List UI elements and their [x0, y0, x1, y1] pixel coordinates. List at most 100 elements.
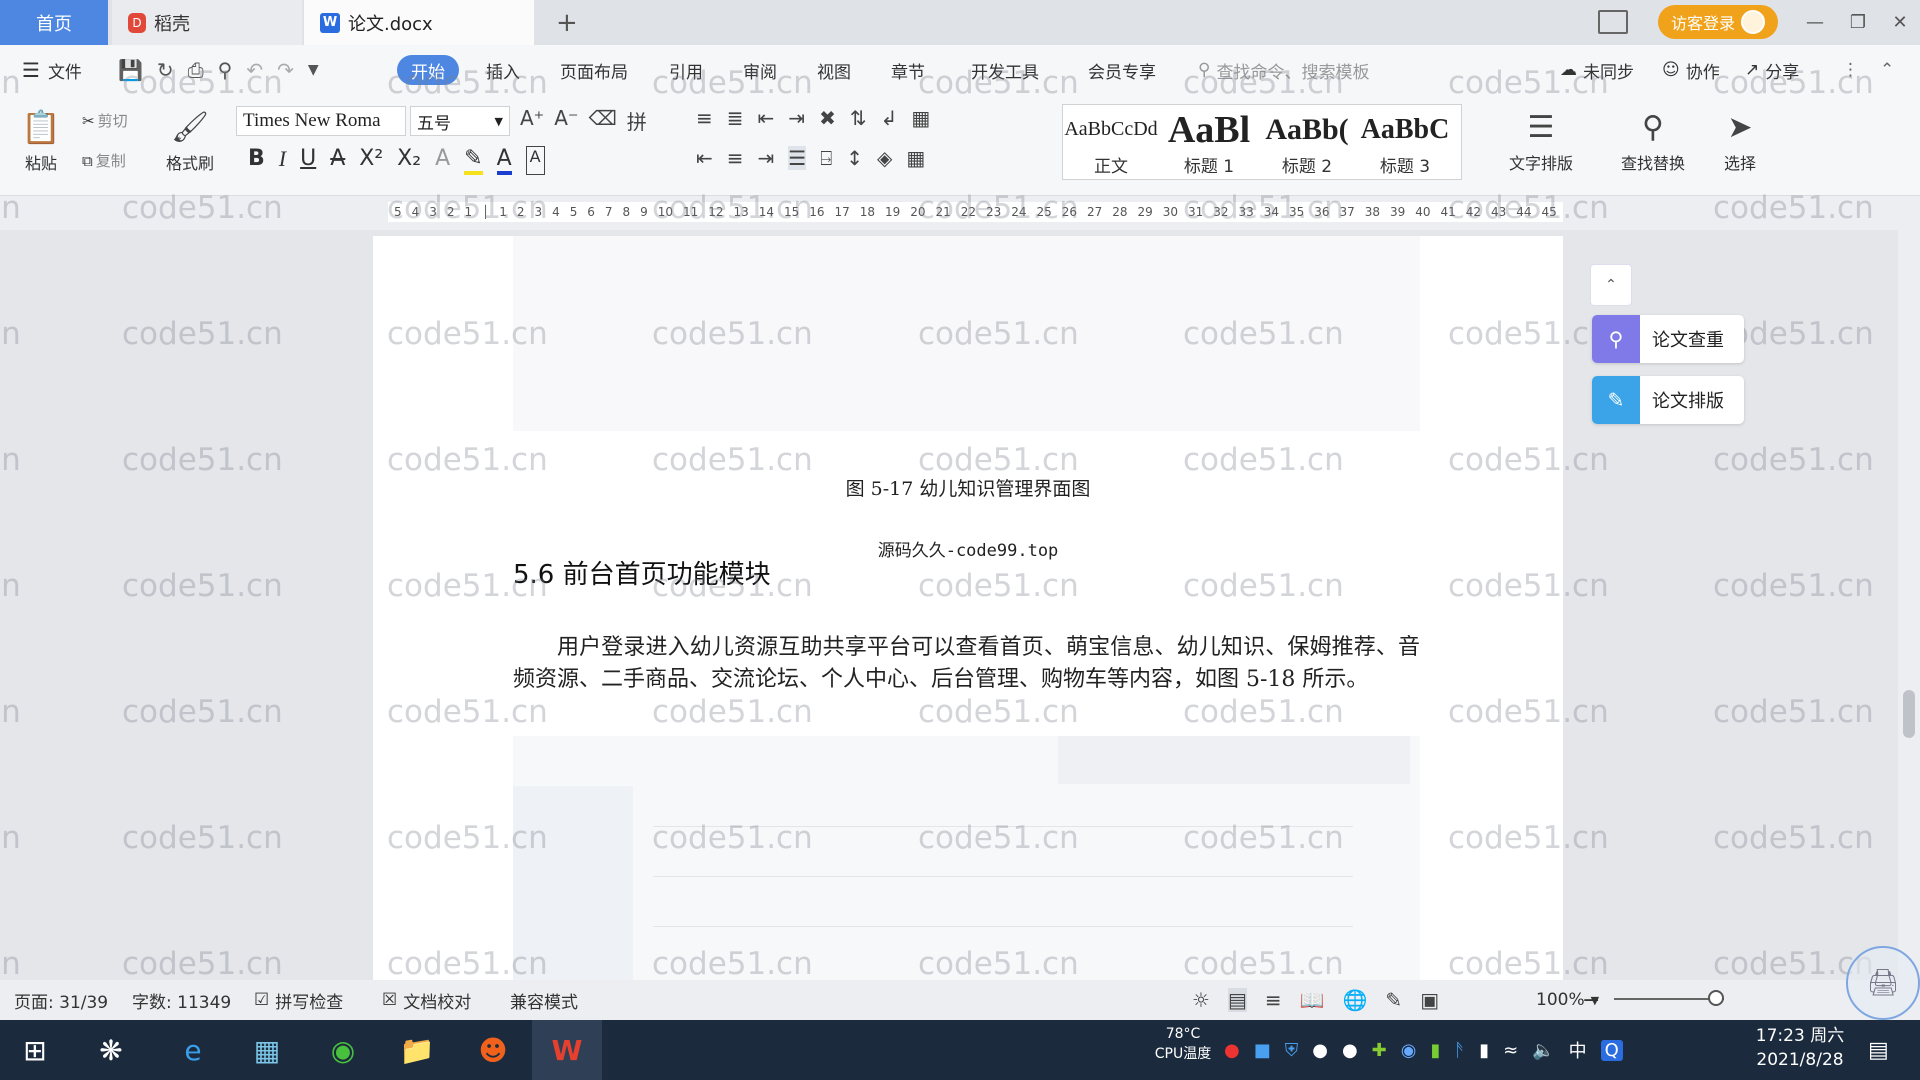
increase-indent-icon[interactable]: ⇥: [788, 106, 805, 130]
underline-icon[interactable]: U: [300, 146, 316, 175]
style-heading-3[interactable]: AaBbC 标题 3: [1357, 105, 1453, 179]
qq-icon-2[interactable]: ●: [1342, 1040, 1358, 1061]
file-explorer-icon[interactable]: 📁: [382, 1020, 452, 1080]
chevron-down-icon[interactable]: ▼: [308, 62, 319, 78]
collaborate-button[interactable]: ☺ 协作: [1662, 45, 1720, 95]
style-normal[interactable]: AaBbCcDd 正文: [1063, 105, 1159, 179]
nvidia-icon[interactable]: ▮: [1430, 1040, 1440, 1061]
wps-taskbar-icon[interactable]: W: [532, 1020, 602, 1080]
volume-icon[interactable]: 🔈: [1532, 1040, 1554, 1061]
borders-icon[interactable]: ▦: [906, 146, 925, 170]
outline-view-icon[interactable]: ≡: [1265, 988, 1282, 1012]
tab-member[interactable]: 会员专享: [1088, 45, 1156, 95]
zoom-out-icon[interactable]: −: [1582, 980, 1600, 1020]
ie-browser-icon[interactable]: e: [158, 1020, 228, 1080]
assistant-bubble-icon[interactable]: 🖨: [1846, 946, 1920, 1020]
align-right-icon[interactable]: ⇥: [758, 146, 775, 170]
restore-button[interactable]: ❐: [1838, 6, 1878, 38]
bluetooth-icon[interactable]: ᚫ: [1454, 1040, 1465, 1061]
style-heading-2[interactable]: AaBb( 标题 2: [1259, 105, 1355, 179]
find-replace-button[interactable]: ⚲ 查找替换: [1608, 104, 1698, 174]
superscript-icon[interactable]: X²: [359, 146, 383, 175]
proofread-button[interactable]: ☒ 文档校对: [382, 980, 471, 1020]
paper-check-button[interactable]: ⚲ 论文查重: [1592, 315, 1744, 363]
shading-icon[interactable]: ◈: [877, 146, 892, 170]
paper-format-button[interactable]: ✎ 论文排版: [1592, 376, 1744, 424]
side-panel-collapse-button[interactable]: ⌃: [1590, 264, 1632, 306]
tab-document[interactable]: W 论文.docx: [304, 0, 534, 45]
tray-icon-2[interactable]: ■: [1254, 1040, 1271, 1061]
bullet-list-icon[interactable]: ≡: [696, 106, 713, 130]
text-layout-button[interactable]: ☰ 文字排版: [1496, 104, 1586, 174]
visitor-login-button[interactable]: 访客登录: [1658, 5, 1778, 39]
justify-icon[interactable]: ☰: [788, 146, 807, 170]
sort-icon[interactable]: ⇅: [850, 106, 867, 130]
italic-icon[interactable]: I: [279, 146, 286, 175]
decrease-indent-icon[interactable]: ⇤: [758, 106, 775, 130]
tab-view[interactable]: 视图: [817, 45, 851, 95]
tab-page-layout[interactable]: 页面布局: [560, 45, 628, 95]
subscript-icon[interactable]: X₂: [397, 146, 421, 175]
clock[interactable]: 17:23 周六 2021/8/28: [1740, 1024, 1860, 1072]
tray-icon-1[interactable]: ●: [1224, 1040, 1240, 1061]
pen-icon[interactable]: ✎: [1385, 988, 1402, 1012]
grow-font-icon[interactable]: A⁺: [520, 106, 544, 135]
wifi-icon[interactable]: ≈: [1503, 1040, 1518, 1061]
page-indicator[interactable]: 页面: 31/39: [14, 980, 108, 1020]
search-app-icon[interactable]: Q: [1600, 1039, 1623, 1061]
web-view-icon[interactable]: 🌐: [1343, 988, 1368, 1012]
battery-icon[interactable]: ▮: [1479, 1040, 1489, 1061]
font-color-icon[interactable]: A: [496, 146, 512, 175]
ime-indicator[interactable]: 中: [1569, 1037, 1587, 1063]
line-spacing-icon[interactable]: ↕: [846, 146, 863, 170]
cut-button[interactable]: ✂ 剪切: [82, 110, 128, 131]
phonetic-icon[interactable]: 拼: [627, 106, 647, 135]
tray-icon-3[interactable]: ✚: [1372, 1040, 1387, 1061]
align-center-icon[interactable]: ≡: [727, 146, 744, 170]
file-menu[interactable]: ☰ 文件: [22, 45, 82, 95]
shield-icon[interactable]: ⛨: [1285, 1040, 1299, 1061]
font-name-select[interactable]: Times New Roma: [236, 106, 406, 136]
page-view-icon[interactable]: ▤: [1227, 988, 1247, 1012]
font-size-select[interactable]: 五号 ▼: [410, 106, 510, 136]
windows-start-icon[interactable]: ⊞: [0, 1020, 70, 1080]
highlight-icon[interactable]: ✎: [464, 146, 483, 175]
style-heading-1[interactable]: AaBl 标题 1: [1161, 105, 1257, 179]
copy-button[interactable]: ⧉ 复制: [82, 150, 126, 171]
eye-protection-icon[interactable]: ☼: [1192, 988, 1210, 1012]
scrollbar-thumb[interactable]: [1903, 690, 1915, 738]
tray-icon-4[interactable]: ◉: [1401, 1040, 1417, 1061]
notepad-app-icon[interactable]: ▦: [232, 1020, 302, 1080]
show-marks-icon[interactable]: ↲: [881, 106, 898, 130]
minimize-button[interactable]: —: [1795, 6, 1835, 38]
tab-home[interactable]: 首页: [0, 0, 108, 45]
bold-icon[interactable]: B: [248, 146, 265, 175]
notification-icon[interactable]: ▤: [1868, 1020, 1889, 1080]
clear-format-icon[interactable]: ⌫: [589, 106, 617, 135]
table-grid-icon[interactable]: ▦: [911, 106, 930, 130]
new-tab-button[interactable]: +: [540, 0, 578, 45]
reading-view-icon[interactable]: 📖: [1300, 988, 1325, 1012]
collapse-ribbon-icon[interactable]: ⌃: [1880, 45, 1894, 95]
vertical-scrollbar[interactable]: [1898, 230, 1920, 980]
qq-icon[interactable]: ●: [1312, 1040, 1328, 1061]
paste-button[interactable]: 📋 粘贴: [16, 104, 66, 174]
tab-daoke[interactable]: D 稻壳: [112, 0, 302, 45]
layout-switch-icon[interactable]: [1598, 10, 1628, 34]
char-border-icon[interactable]: A: [525, 146, 545, 175]
align-left-icon[interactable]: ⇤: [696, 146, 713, 170]
select-button[interactable]: ➤ 选择: [1710, 104, 1770, 174]
pinwheel-app-icon[interactable]: ❋: [76, 1020, 146, 1080]
orange-app-icon[interactable]: ☻: [458, 1020, 528, 1080]
fit-page-icon[interactable]: ▣: [1420, 988, 1439, 1012]
green-app-icon[interactable]: ◉: [308, 1020, 378, 1080]
word-count[interactable]: 字数: 11349: [132, 980, 231, 1020]
shrink-font-icon[interactable]: A⁻: [554, 106, 578, 135]
format-painter-button[interactable]: 🖌 格式刷: [160, 104, 220, 174]
spell-check-button[interactable]: ☑ 拼写检查: [254, 980, 343, 1020]
strikethrough-icon[interactable]: A: [330, 146, 345, 175]
chinese-layout-icon[interactable]: ✖: [819, 106, 836, 130]
zoom-slider-handle[interactable]: [1708, 990, 1724, 1006]
close-button[interactable]: ✕: [1880, 6, 1920, 38]
text-effect-icon[interactable]: A: [435, 146, 450, 175]
